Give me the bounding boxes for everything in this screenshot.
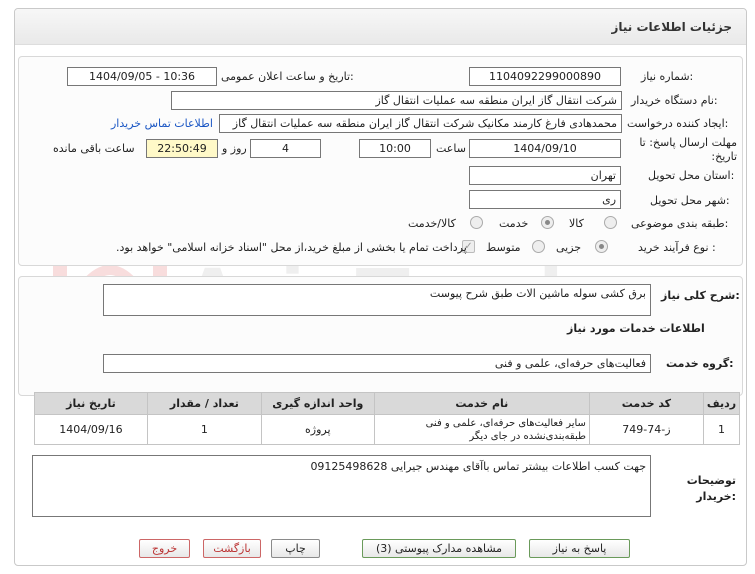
- services-section-title: اطلاعات خدمات مورد نیاز: [567, 322, 705, 335]
- deadline-label: مهلت ارسال پاسخ: تا تاریخ:: [639, 136, 737, 163]
- panel-header: جزئیات اطلاعات نیاز: [15, 9, 746, 45]
- attachments-button[interactable]: مشاهده مدارک پیوستی (3): [362, 539, 516, 558]
- process-option-minor: جزیی: [556, 241, 582, 254]
- days-label: روز و: [222, 142, 247, 155]
- requester-label: ایجاد کننده درخواست:: [627, 117, 729, 130]
- deadline-time-field: 10:00: [359, 139, 431, 158]
- service-group-label: گروه خدمت:: [666, 357, 734, 370]
- process-option-medium: متوسط: [486, 241, 521, 254]
- cell-qty: 1: [146, 414, 262, 445]
- time-label: ساعت: [436, 142, 466, 155]
- city-field: ری: [469, 190, 621, 209]
- summary-field: برق کشی سوله ماشین الات طبق شرح پیوست: [103, 284, 651, 316]
- col-row: ردیف: [702, 392, 741, 415]
- need-number-label: شماره نیاز:: [641, 70, 694, 83]
- requester-field: محمدهادی فارغ کارمند مکانیک شرکت انتقال …: [219, 114, 622, 133]
- category-radio-goods[interactable]: [604, 216, 617, 229]
- exit-button[interactable]: خروج: [139, 539, 190, 558]
- remaining-label: ساعت باقی مانده: [53, 142, 135, 155]
- reply-button[interactable]: پاسخ به نیاز: [529, 539, 630, 558]
- service-group-field: فعالیت‌های حرفه‌ای، علمی و فنی: [103, 354, 651, 373]
- buyer-org-field: شرکت انتقال گاز ایران منطقه سه عملیات ان…: [171, 91, 622, 110]
- payment-note: پرداخت تمام یا بخشی از مبلغ خرید،از محل …: [116, 241, 467, 254]
- category-label: طبقه بندی موضوعی:: [631, 217, 729, 230]
- col-unit: واحد اندازه گیری: [260, 392, 375, 415]
- announce-label: تاریخ و ساعت اعلان عمومی:: [221, 70, 354, 83]
- announce-field: 1404/09/05 - 10:36: [67, 67, 217, 86]
- category-option-goods: کالا: [569, 217, 584, 230]
- summary-label: شرح کلی نیاز:: [661, 289, 740, 302]
- province-field: تهران: [469, 166, 621, 185]
- category-option-both: کالا/خدمت: [408, 217, 456, 230]
- city-label: شهر محل تحویل:: [650, 194, 730, 207]
- col-name: نام خدمت: [373, 392, 590, 415]
- page-title: جزئیات اطلاعات نیاز: [611, 19, 732, 34]
- deadline-date-field: 1404/09/10: [469, 139, 621, 158]
- buyer-notes-label: توضیحات خریدار:: [686, 474, 736, 503]
- remaining-time-field: 22:50:49: [146, 139, 218, 158]
- print-button[interactable]: چاپ: [271, 539, 320, 558]
- days-field: 4: [250, 139, 321, 158]
- cell-code: ز-74-749: [588, 414, 704, 445]
- buyer-notes-field: جهت کسب اطلاعات بیشتر تماس باآقای مهندس …: [32, 455, 651, 517]
- buyer-org-label: نام دستگاه خریدار:: [631, 94, 718, 107]
- process-radio-minor[interactable]: [595, 240, 608, 253]
- cell-unit: پروژه: [260, 414, 375, 445]
- buyer-contact-link[interactable]: اطلاعات تماس خریدار: [111, 117, 213, 130]
- col-date: تاریخ نیاز: [34, 392, 148, 415]
- form-section: [18, 56, 743, 266]
- need-number-field: 1104092299000890: [469, 67, 621, 86]
- services-table: ردیف کد خدمت نام خدمت واحد اندازه گیری ت…: [34, 392, 741, 445]
- process-label: نوع فرآیند خرید :: [638, 241, 716, 254]
- process-radio-medium[interactable]: [532, 240, 545, 253]
- back-button[interactable]: بازگشت: [203, 539, 261, 558]
- cell-name: سایر فعالیت‌های حرفه‌ای، علمی و فنی طبقه…: [373, 414, 590, 445]
- col-code: کد خدمت: [588, 392, 704, 415]
- category-option-service: خدمت: [499, 217, 529, 230]
- cell-row: 1: [702, 414, 741, 445]
- category-radio-service[interactable]: [541, 216, 554, 229]
- category-radio-both[interactable]: [470, 216, 483, 229]
- table-row: 1 ز-74-749 سایر فعالیت‌های حرفه‌ای، علمی…: [34, 414, 741, 445]
- cell-date: 1404/09/16: [34, 414, 148, 445]
- table-header-row: ردیف کد خدمت نام خدمت واحد اندازه گیری ت…: [34, 392, 741, 415]
- col-qty: تعداد / مقدار: [146, 392, 262, 415]
- province-label: استان محل تحویل:: [648, 169, 735, 182]
